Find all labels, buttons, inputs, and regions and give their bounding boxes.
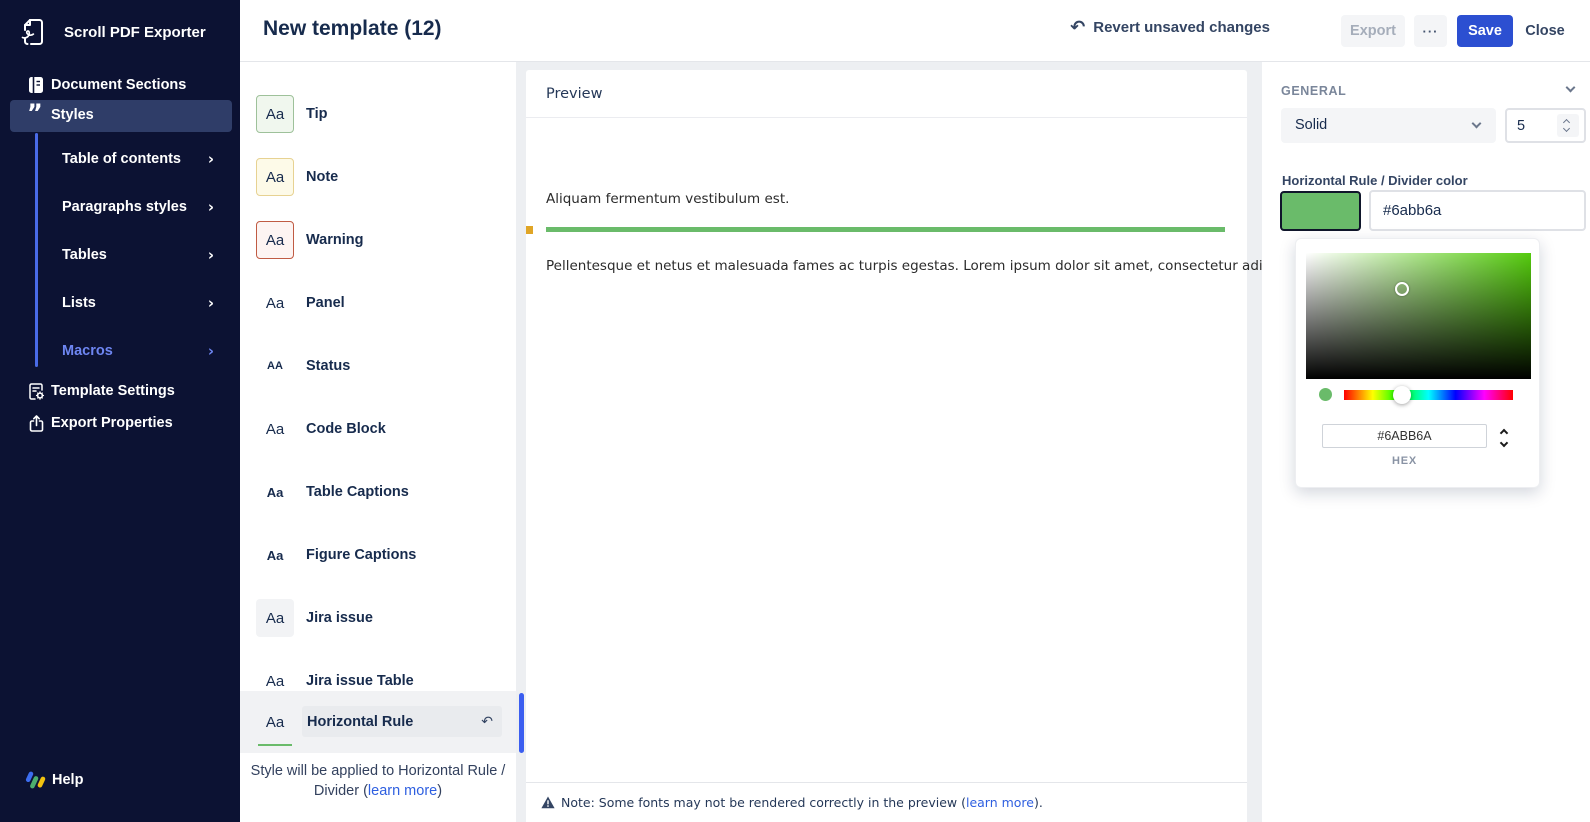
hue-slider-thumb[interactable]	[1393, 386, 1411, 404]
style-thumbnail: Aa	[256, 410, 294, 448]
style-item-status[interactable]: AA Status	[240, 335, 516, 397]
template-settings-icon	[27, 381, 45, 401]
sidebar: Scroll PDF Exporter Document Sections ” …	[0, 0, 240, 822]
preview-paragraph: Pellentesque et netus et malesuada fames…	[546, 258, 1340, 274]
close-button[interactable]: Close	[1522, 15, 1568, 47]
thickness-input[interactable]	[1517, 110, 1555, 141]
style-item-tip[interactable]: Aa Tip	[240, 83, 516, 145]
color-format-label: HEX	[1322, 455, 1487, 467]
sidebar-item-styles[interactable]: ” Styles	[10, 100, 232, 132]
stepper-down-icon[interactable]	[1563, 125, 1570, 132]
preview-title: Preview	[546, 86, 602, 102]
export-button[interactable]: Export	[1341, 15, 1405, 47]
style-thumbnail: AA	[256, 347, 294, 385]
style-item-panel[interactable]: Aa Panel	[240, 272, 516, 334]
revert-unsaved-changes-button[interactable]: ↶ Revert unsaved changes	[1070, 19, 1270, 36]
style-item-jira-issue[interactable]: Aa Jira issue	[240, 587, 516, 649]
style-thumbnail: Aa	[256, 599, 294, 637]
preview-paragraph: Aliquam fermentum vestibulum est.	[546, 191, 789, 207]
preview-footer-note: Note: Some fonts may not be rendered cor…	[526, 782, 1247, 822]
warning-icon	[541, 796, 555, 809]
chevron-down-icon	[1472, 119, 1482, 129]
sidebar-item-export-properties[interactable]: Export Properties	[0, 408, 240, 438]
horizontal-rule-preview	[546, 227, 1225, 232]
toggle-up-icon[interactable]	[1500, 429, 1508, 437]
thickness-stepper[interactable]	[1557, 114, 1579, 137]
color-picker-popup: HEX	[1295, 238, 1540, 488]
style-item-note[interactable]: Aa Note	[240, 146, 516, 208]
style-thumbnail: Aa	[256, 158, 294, 196]
pdf-logo-icon	[18, 16, 48, 48]
page-title: New template (12)	[263, 17, 442, 41]
document-sections-icon	[27, 75, 45, 95]
sidebar-item-table-of-contents[interactable]: Table of contents ›	[0, 145, 240, 175]
sidebar-item-document-sections[interactable]: Document Sections	[0, 70, 240, 100]
style-thumbnail: Aa	[256, 221, 294, 259]
more-actions-button[interactable]: ···	[1414, 15, 1447, 47]
saturation-area[interactable]	[1306, 253, 1531, 379]
sidebar-item-paragraphs-styles[interactable]: Paragraphs styles ›	[0, 193, 240, 223]
saturation-cursor[interactable]	[1395, 282, 1409, 296]
sidebar-item-tables[interactable]: Tables ›	[0, 241, 240, 271]
color-hex-field	[1369, 190, 1586, 231]
style-item-code-block[interactable]: Aa Code Block	[240, 398, 516, 460]
picker-hex-input[interactable]	[1323, 425, 1486, 447]
picker-hex-field	[1322, 424, 1487, 448]
style-thumbnail: Aa	[256, 703, 294, 741]
color-field-label: Horizontal Rule / Divider color	[1282, 173, 1468, 188]
app-title: Scroll PDF Exporter	[64, 24, 206, 41]
style-name-editor[interactable]: Horizontal Rule ↶	[302, 706, 502, 737]
help-button[interactable]: Help	[0, 766, 240, 798]
style-thumbnail: Aa	[256, 536, 294, 574]
style-thumbnail: Aa	[256, 95, 294, 133]
header: New template (12) ↶ Revert unsaved chang…	[240, 0, 1590, 62]
color-format-toggle[interactable]	[1498, 427, 1514, 451]
styles-footnote: Style will be applied to Horizontal Rule…	[250, 762, 506, 801]
chevron-right-icon: ›	[208, 342, 214, 360]
changed-indicator	[526, 226, 533, 234]
color-hex-input[interactable]	[1383, 192, 1573, 229]
line-style-select[interactable]: Solid	[1281, 108, 1496, 143]
sidebar-item-macros[interactable]: Macros ›	[0, 337, 240, 367]
sidebar-item-label: Styles	[51, 107, 94, 123]
style-thumbnail: Aa	[256, 473, 294, 511]
styles-list-scrollbar[interactable]	[519, 693, 524, 753]
reset-style-icon[interactable]: ↶	[481, 714, 493, 730]
style-item-table-captions[interactable]: Aa Table Captions	[240, 461, 516, 523]
hue-slider[interactable]	[1344, 390, 1513, 400]
chevron-right-icon: ›	[208, 294, 214, 312]
sidebar-item-label: Document Sections	[51, 77, 186, 93]
section-title: GENERAL	[1281, 84, 1346, 98]
current-color-dot	[1319, 388, 1332, 401]
preview-pane: Preview Aliquam fermentum vestibulum est…	[526, 70, 1247, 822]
preview-header: Preview	[526, 70, 1247, 118]
thickness-field	[1505, 108, 1586, 143]
style-item-warning[interactable]: Aa Warning	[240, 209, 516, 271]
chevron-right-icon: ›	[208, 246, 214, 264]
styles-list: Aa Tip Aa Note Aa Warning Aa Panel AA St…	[240, 62, 516, 822]
scroll-pdf-exporter-app: Scroll PDF Exporter Document Sections ” …	[0, 0, 1590, 822]
style-thumbnail: Aa	[256, 284, 294, 322]
sidebar-item-template-settings[interactable]: Template Settings	[0, 376, 240, 406]
chevron-down-icon	[1566, 83, 1576, 93]
k15t-logo-icon	[22, 768, 48, 794]
save-button[interactable]: Save	[1457, 15, 1513, 47]
color-swatch[interactable]	[1280, 191, 1361, 231]
style-item-figure-captions[interactable]: Aa Figure Captions	[240, 524, 516, 586]
learn-more-link[interactable]: learn more	[966, 795, 1034, 810]
chevron-right-icon: ›	[208, 150, 214, 168]
chevron-right-icon: ›	[208, 198, 214, 216]
sidebar-item-lists[interactable]: Lists ›	[0, 289, 240, 319]
toggle-down-icon[interactable]	[1500, 439, 1508, 447]
learn-more-link[interactable]: learn more	[368, 783, 437, 799]
style-item-horizontal-rule[interactable]: Aa Horizontal Rule ↶	[240, 691, 516, 753]
general-section-header[interactable]: GENERAL	[1281, 82, 1576, 100]
undo-icon: ↶	[1070, 20, 1085, 36]
styles-quote-icon: ”	[27, 103, 45, 125]
export-properties-icon	[27, 413, 45, 433]
